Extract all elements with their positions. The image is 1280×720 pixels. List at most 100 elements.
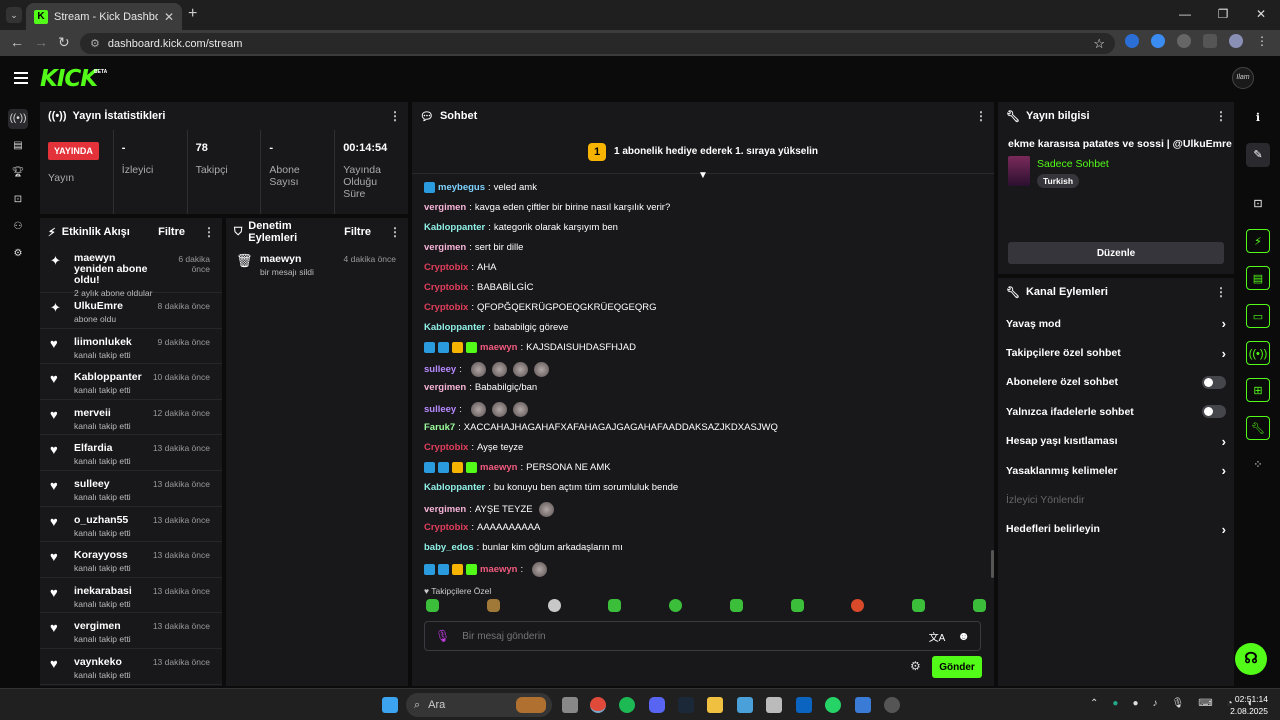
activity-item[interactable]: ♥ Korayyoss kanalı takip etti 13 dakika … <box>40 542 222 578</box>
chat-message[interactable]: Kabloppanter: bababilgiç göreve <box>424 322 568 333</box>
bookmark-star-icon[interactable]: ☆ <box>1093 36 1105 52</box>
chrome-icon[interactable] <box>590 697 606 713</box>
emote-icon[interactable] <box>547 599 561 612</box>
outlook-icon[interactable] <box>796 697 812 713</box>
chat-username[interactable]: sulleey <box>424 364 456 375</box>
spotify-icon[interactable] <box>619 697 635 713</box>
bolt-icon[interactable]: ⚡︎ <box>1246 229 1270 253</box>
emoji-picker-icon[interactable]: ☻ <box>957 629 970 643</box>
document-icon[interactable]: ▤ <box>1246 266 1270 290</box>
more-options-icon[interactable]: ⋮ <box>1215 109 1227 123</box>
extension-icon[interactable] <box>1177 34 1191 48</box>
chat-username[interactable]: Faruk7 <box>424 422 455 433</box>
chat-message[interactable]: sulleey: <box>424 362 549 377</box>
moderation-item[interactable]: 🗑︎ maewyn bir mesajı sildi 4 dakika önce <box>226 246 408 282</box>
more-options-icon[interactable]: ⋮ <box>1215 285 1227 299</box>
chat-message[interactable]: maewyn: PERSONA NE AMK <box>424 462 611 473</box>
chat-username[interactable]: Cryptobix <box>424 522 468 533</box>
discord-icon[interactable] <box>649 697 665 713</box>
stream-icon[interactable]: ((•)) <box>8 109 28 129</box>
chat-message[interactable]: Kabloppanter: kategorik olarak karşıyım b… <box>424 222 618 233</box>
channel-action-row[interactable]: Yavaş mod › <box>998 309 1234 338</box>
hamburger-menu-icon[interactable] <box>14 72 28 87</box>
mic-icon[interactable]: 🎙︎ <box>1171 698 1184 709</box>
channel-action-row[interactable]: Yasaklanmış kelimeler › <box>998 456 1234 485</box>
obs-icon[interactable] <box>884 697 900 713</box>
chat-username[interactable]: vergimen <box>424 504 466 515</box>
taskbar-search[interactable]: ⌕ Ara <box>406 693 552 717</box>
activity-item[interactable]: ♥ vergimen kanalı takip etti 13 dakika ö… <box>40 613 222 649</box>
chat-username[interactable]: vergimen <box>424 242 466 253</box>
activity-item[interactable]: ✦ UlkuEmre abone oldu 8 dakika önce <box>40 293 222 329</box>
chat-username[interactable]: baby_edos <box>424 542 474 553</box>
site-info-icon[interactable]: ⚙ <box>90 37 100 50</box>
emote-icon[interactable] <box>729 599 743 612</box>
close-tab-icon[interactable]: ✕ <box>164 10 174 24</box>
activity-item[interactable]: ♥ vaynkeko kanalı takip etti 13 dakika ö… <box>40 649 222 685</box>
photos-icon[interactable] <box>737 697 753 713</box>
keyboard-icon[interactable]: ⌨ <box>1198 698 1212 709</box>
chat-settings-icon[interactable]: ⚙ <box>910 659 921 673</box>
chat-username[interactable]: Cryptobix <box>424 442 468 453</box>
emote-icon[interactable] <box>912 599 926 612</box>
activity-item[interactable]: ♥ sulleey kanalı takip etti 13 dakika ön… <box>40 471 222 507</box>
whatsapp-icon[interactable] <box>825 697 841 713</box>
minimize-icon[interactable]: — <box>1166 0 1204 30</box>
profile-icon[interactable] <box>1229 34 1243 48</box>
translate-icon[interactable]: 文A <box>929 629 946 644</box>
library-icon[interactable]: ▤ <box>8 136 28 156</box>
chat-message[interactable]: Cryptobix: QFOPĞQEKRÜGPOEQGKRÜEQGEQRG <box>424 302 656 313</box>
steam-icon[interactable] <box>678 697 694 713</box>
close-window-icon[interactable]: ✕ <box>1242 0 1280 30</box>
menu-icon[interactable]: ⋮ <box>1255 34 1269 48</box>
emote-icon[interactable] <box>851 599 865 612</box>
emote-icon[interactable] <box>972 599 986 612</box>
reload-icon[interactable]: ↻ <box>58 34 70 51</box>
forward-icon[interactable]: → <box>34 34 48 50</box>
help-headset-icon[interactable]: ☊ <box>1235 643 1267 675</box>
pencil-icon[interactable]: ✎ <box>1246 143 1270 167</box>
chat-message[interactable]: Kabloppanter: bu konuyu ben açtım tüm sor… <box>424 482 678 493</box>
avatar[interactable]: Ilam <box>1232 67 1254 89</box>
more-options-icon[interactable]: ⋮ <box>389 109 401 123</box>
chat-username[interactable]: Kabloppanter <box>424 322 485 333</box>
browser-tab[interactable]: K Stream - Kick Dashboard ✕ <box>26 3 182 30</box>
activity-item[interactable]: ♥ inekarabasi kanalı takip etti 13 dakik… <box>40 578 222 614</box>
maximize-icon[interactable]: ❐ <box>1204 0 1242 30</box>
chat-message[interactable]: Cryptobix: AHA <box>424 262 497 273</box>
chat-message[interactable]: Cryptobix: AAAAAAAAAA <box>424 522 540 533</box>
more-options-icon[interactable]: ⋮ <box>975 109 987 123</box>
channel-action-row[interactable]: Yalnızca ifadelerle sohbet <box>998 397 1234 426</box>
emote-icon[interactable] <box>790 599 804 612</box>
channel-action-row[interactable]: Abonelere özel sohbet <box>998 368 1234 397</box>
channel-action-row[interactable]: Takipçilere özel sohbet › <box>998 338 1234 367</box>
trophy-icon[interactable]: 🏆︎ <box>8 163 28 183</box>
clip-icon[interactable]: ⊡ <box>1246 192 1270 216</box>
chat-username[interactable]: maewyn <box>480 462 518 473</box>
emote-icon[interactable] <box>426 599 439 612</box>
extension-icon[interactable] <box>1125 34 1139 48</box>
image-viewer-icon[interactable] <box>766 697 782 713</box>
chat-message[interactable]: vergimen: AYŞE TEYZE <box>424 502 554 517</box>
activity-item[interactable]: ♥ Kabloppanter kanalı takip etti 10 daki… <box>40 364 222 400</box>
app-icon[interactable] <box>855 697 871 713</box>
send-button[interactable]: Gönder <box>932 656 982 678</box>
activity-item[interactable]: ✦ maewyn yeniden abone oldu! 2 aylık abo… <box>40 246 222 298</box>
chat-input[interactable] <box>462 630 917 642</box>
add-widget-icon[interactable]: ⁘ <box>1246 453 1270 477</box>
chat-username[interactable]: Kabloppanter <box>424 482 485 493</box>
chat-username[interactable]: vergimen <box>424 202 466 213</box>
emote-icon[interactable] <box>669 599 683 612</box>
more-options-icon[interactable]: ⋮ <box>389 225 401 239</box>
chevron-up-icon[interactable]: ⌃ <box>1090 698 1098 709</box>
activity-item[interactable]: ♥ Elfardia kanalı takip etti 13 dakika ö… <box>40 435 222 471</box>
chat-username[interactable]: maewyn <box>480 342 518 353</box>
taskbar-clock[interactable]: 02:51:14 2.08.2025 <box>1230 693 1268 717</box>
back-icon[interactable]: ← <box>10 34 24 50</box>
start-icon[interactable] <box>382 697 398 713</box>
chat-message[interactable]: baby_edos: bunlar kim oğlum arkadaşların … <box>424 542 623 553</box>
channel-action-row[interactable]: Hedefleri belirleyin › <box>998 515 1234 544</box>
pinned-gift-banner[interactable]: 1 1 abonelik hediye ederek 1. sıraya yük… <box>412 130 994 174</box>
clip-icon[interactable]: ⊡ <box>8 190 28 210</box>
activity-item[interactable]: ♥ merveii kanalı takip etti 12 dakika ön… <box>40 400 222 436</box>
